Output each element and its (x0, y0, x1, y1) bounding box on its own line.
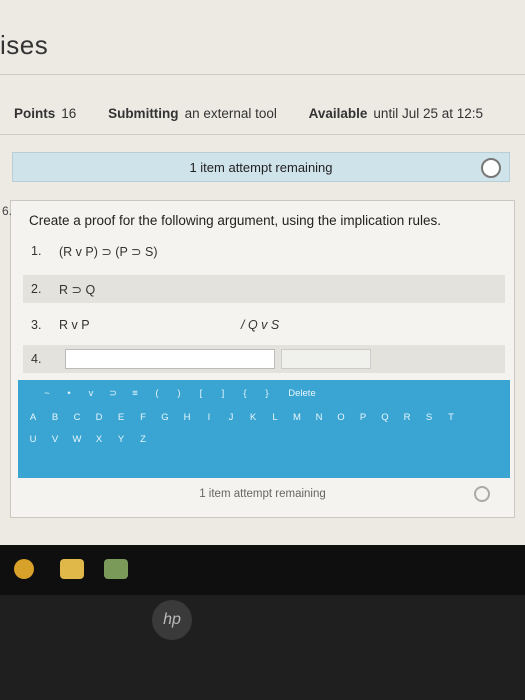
key[interactable]: X (88, 434, 110, 445)
key[interactable]: v (80, 388, 102, 399)
key[interactable]: J (220, 412, 242, 423)
key[interactable]: ≡ (124, 388, 146, 399)
divider (0, 74, 525, 75)
symbol-keyboard: ~ • v ⊃ ≡ ( ) [ ] { } Delete A B C D E F… (18, 380, 510, 478)
key[interactable]: G (154, 412, 176, 423)
proof-line-2: 2. R ⊃ Q (23, 275, 505, 303)
key[interactable]: I (198, 412, 220, 423)
line-4-justification-input[interactable] (281, 349, 371, 369)
key[interactable]: N (308, 412, 330, 423)
key[interactable]: T (440, 412, 462, 423)
key[interactable]: ⊃ (102, 388, 124, 399)
key[interactable]: U (22, 434, 44, 445)
conclusion: / Q v S (241, 318, 280, 332)
key[interactable]: R (396, 412, 418, 423)
key[interactable]: V (44, 434, 66, 445)
key[interactable]: D (88, 412, 110, 423)
available-label: Available (308, 106, 368, 121)
key[interactable]: B (44, 412, 66, 423)
line-formula: R ⊃ Q (59, 283, 96, 297)
app-icon[interactable] (104, 559, 128, 579)
attempt-banner: 1 item attempt remaining (12, 152, 510, 182)
key[interactable]: • (58, 388, 80, 399)
points-value: 16 (61, 106, 77, 121)
key[interactable]: Q (374, 412, 396, 423)
quiz-meta: Points 16 Submitting an external tool Avai… (14, 106, 483, 121)
available-value: until Jul 25 at 12:5 (373, 106, 483, 121)
line-formula: R v P (59, 318, 90, 332)
page-title: ises (0, 30, 49, 60)
chrome-icon[interactable] (14, 559, 34, 579)
line-formula: (R v P) ⊃ (P ⊃ S) (59, 245, 158, 259)
key[interactable]: ) (168, 388, 190, 399)
key[interactable]: } (256, 388, 278, 399)
proof-line-3: 3. R v P / Q v S (23, 311, 505, 339)
proof-line-1: 1. (R v P) ⊃ (P ⊃ S) (23, 237, 505, 265)
submitting-label: Submitting (108, 106, 179, 121)
attempt-status-circle-icon[interactable] (481, 158, 501, 178)
key[interactable]: W (66, 434, 88, 445)
line-number: 2. (31, 282, 42, 296)
key[interactable]: A (22, 412, 44, 423)
submitting-value: an external tool (184, 106, 277, 121)
keyboard-row-letters-2: U V W X Y Z (22, 434, 510, 445)
key[interactable]: [ (190, 388, 212, 399)
points-label: Points (14, 106, 56, 121)
line-4-formula-input[interactable] (65, 349, 275, 369)
browser-screen: ises Points 16 Submitting an external tool… (0, 0, 525, 545)
line-number: 1. (31, 244, 42, 258)
taskbar (0, 545, 525, 595)
key[interactable]: S (418, 412, 440, 423)
keyboard-row-symbols: ~ • v ⊃ ≡ ( ) [ ] { } Delete (36, 388, 510, 399)
key[interactable]: K (242, 412, 264, 423)
delete-key[interactable]: Delete (278, 388, 326, 399)
key[interactable]: ( (146, 388, 168, 399)
keyboard-row-letters-1: A B C D E F G H I J K L M N O P Q R S T (22, 412, 510, 423)
proof-line-4: 4. (23, 345, 505, 373)
attempt-banner-text: 1 item attempt remaining (189, 160, 333, 175)
line-number: 4. (31, 352, 42, 366)
folder-icon[interactable] (60, 559, 84, 579)
key[interactable]: M (286, 412, 308, 423)
key[interactable]: ] (212, 388, 234, 399)
line-number: 3. (31, 318, 42, 332)
attempt-status-text: 1 item attempt remaining (199, 488, 326, 500)
key[interactable]: Z (132, 434, 154, 445)
question-prompt: Create a proof for the following argumen… (29, 213, 441, 228)
key[interactable]: P (352, 412, 374, 423)
key[interactable]: C (66, 412, 88, 423)
status-circle-icon (474, 486, 490, 502)
key[interactable]: O (330, 412, 352, 423)
key[interactable]: Y (110, 434, 132, 445)
divider (0, 134, 525, 135)
key[interactable]: F (132, 412, 154, 423)
question-number: 6. (2, 204, 13, 218)
key[interactable]: ~ (36, 388, 58, 399)
key[interactable]: H (176, 412, 198, 423)
hp-logo: hp (152, 600, 192, 640)
key[interactable]: E (110, 412, 132, 423)
key[interactable]: L (264, 412, 286, 423)
key[interactable]: { (234, 388, 256, 399)
